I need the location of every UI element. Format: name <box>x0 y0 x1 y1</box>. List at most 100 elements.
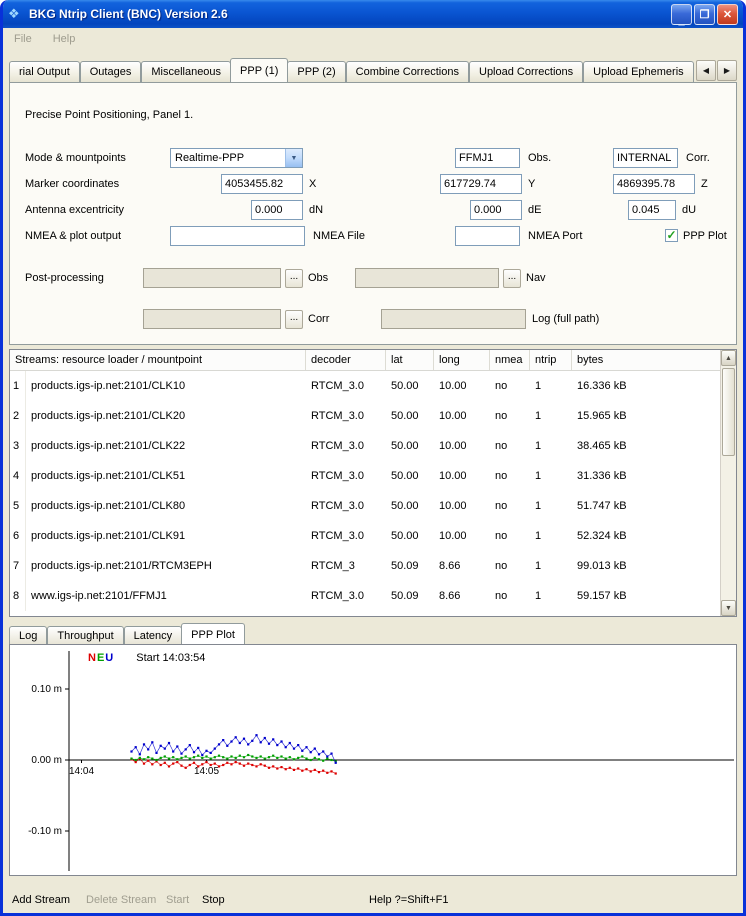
stream-row[interactable]: 3 products.igs-ip.net:2101/CLK22 RTCM_3.… <box>10 431 720 461</box>
antenna-de-field[interactable] <box>470 200 522 220</box>
tab-bar: rial Output Outages Miscellaneous PPP (1… <box>9 58 737 82</box>
post-obs-browse-button[interactable]: ... <box>285 269 303 288</box>
marker-y-field[interactable] <box>440 174 522 194</box>
stream-bytes: 15.965 kB <box>572 410 720 422</box>
corr-label: Corr. <box>686 152 710 164</box>
stream-row-number: 4 <box>10 461 26 491</box>
tab-outages[interactable]: Outages <box>80 61 142 82</box>
stream-row[interactable]: 2 products.igs-ip.net:2101/CLK20 RTCM_3.… <box>10 401 720 431</box>
antenna-du-field[interactable] <box>628 200 676 220</box>
stream-nmea: no <box>490 380 530 392</box>
stream-lat: 50.00 <box>386 410 434 422</box>
corr-mountpoint-field[interactable] <box>613 148 678 168</box>
stream-row-number: 5 <box>10 491 26 521</box>
menu-help[interactable]: Help <box>51 31 78 47</box>
post-log-label: Log (full path) <box>532 313 599 325</box>
streams-scrollbar[interactable]: ▲ ▼ <box>720 350 736 616</box>
scroll-down-icon[interactable]: ▼ <box>721 600 736 616</box>
scroll-up-icon[interactable]: ▲ <box>721 350 736 366</box>
stream-ntrip: 1 <box>530 470 572 482</box>
tab-upload-corrections[interactable]: Upload Corrections <box>469 61 583 82</box>
antenna-dn-field[interactable] <box>251 200 303 220</box>
tab-miscellaneous[interactable]: Miscellaneous <box>141 61 231 82</box>
stream-lat: 50.09 <box>386 590 434 602</box>
stream-bytes: 31.336 kB <box>572 470 720 482</box>
stream-row[interactable]: 4 products.igs-ip.net:2101/CLK51 RTCM_3.… <box>10 461 720 491</box>
stream-mountpoint: products.igs-ip.net:2101/CLK22 <box>26 440 306 452</box>
post-corr-label: Corr <box>308 313 329 325</box>
stream-nmea: no <box>490 440 530 452</box>
tab-scroll-left-icon[interactable]: ◀ <box>696 60 716 81</box>
tab-ppp-1[interactable]: PPP (1) <box>230 58 288 82</box>
ppp-plot-checkbox-label: PPP Plot <box>683 230 727 242</box>
titlebar: ❖ BKG Ntrip Client (BNC) Version 2.6 _ ❐… <box>3 0 743 28</box>
tab-ppp-2[interactable]: PPP (2) <box>287 61 345 82</box>
app-icon: ❖ <box>8 6 26 22</box>
minimize-button[interactable]: _ <box>671 4 692 25</box>
stop-button[interactable]: Stop <box>202 894 225 906</box>
stream-row[interactable]: 1 products.igs-ip.net:2101/CLK10 RTCM_3.… <box>10 371 720 401</box>
marker-x-field[interactable] <box>221 174 303 194</box>
stream-row[interactable]: 7 products.igs-ip.net:2101/RTCM3EPH RTCM… <box>10 551 720 581</box>
stream-bytes: 51.747 kB <box>572 500 720 512</box>
stream-bytes: 59.157 kB <box>572 590 720 602</box>
stream-row[interactable]: 8 www.igs-ip.net:2101/FFMJ1 RTCM_3.0 50.… <box>10 581 720 611</box>
stream-long: 10.00 <box>434 530 490 542</box>
post-nav-browse-button[interactable]: ... <box>503 269 521 288</box>
close-button[interactable]: ✕ <box>717 4 738 25</box>
stream-ntrip: 1 <box>530 440 572 452</box>
svg-text:-0.10 m: -0.10 m <box>28 826 62 837</box>
tab-upload-ephemeris[interactable]: Upload Ephemeris <box>583 61 694 82</box>
antenna-dn-label: dN <box>309 204 323 216</box>
legend-series: NEU <box>88 652 114 664</box>
app-window: ❖ BKG Ntrip Client (BNC) Version 2.6 _ ❐… <box>0 0 746 916</box>
tab-throughput[interactable]: Throughput <box>47 626 123 644</box>
stream-row-number: 7 <box>10 551 26 581</box>
stream-row[interactable]: 5 products.igs-ip.net:2101/CLK80 RTCM_3.… <box>10 491 720 521</box>
stream-decoder: RTCM_3.0 <box>306 380 386 392</box>
streams-header-label: Streams: resource loader / mountpoint <box>10 350 306 370</box>
maximize-button[interactable]: ❐ <box>694 4 715 25</box>
tab-latency[interactable]: Latency <box>124 626 183 644</box>
mode-combobox[interactable]: Realtime-PPP ▼ <box>170 148 303 168</box>
stream-long: 8.66 <box>434 590 490 602</box>
post-corr-browse-button[interactable]: ... <box>285 310 303 329</box>
nmea-port-field[interactable] <box>455 226 520 246</box>
stream-ntrip: 1 <box>530 380 572 392</box>
tab-serial-output[interactable]: rial Output <box>9 61 80 82</box>
stream-mountpoint: products.igs-ip.net:2101/CLK80 <box>26 500 306 512</box>
stream-ntrip: 1 <box>530 410 572 422</box>
stream-long: 10.00 <box>434 410 490 422</box>
nmea-file-label: NMEA File <box>313 230 365 242</box>
streams-body: 1 products.igs-ip.net:2101/CLK10 RTCM_3.… <box>10 371 720 616</box>
menu-file[interactable]: File <box>12 31 34 47</box>
stream-mountpoint: products.igs-ip.net:2101/CLK91 <box>26 530 306 542</box>
ppp-plot-checkbox[interactable] <box>665 229 678 242</box>
column-nmea: nmea <box>490 350 530 370</box>
nmea-file-field[interactable] <box>170 226 305 246</box>
antenna-label: Antenna excentricity <box>25 204 124 216</box>
stream-row-number: 6 <box>10 521 26 551</box>
add-stream-button[interactable]: Add Stream <box>12 894 70 906</box>
stream-nmea: no <box>490 590 530 602</box>
marker-z-field[interactable] <box>613 174 695 194</box>
scrollbar-thumb[interactable] <box>722 368 735 456</box>
streams-table: Streams: resource loader / mountpoint de… <box>9 349 737 617</box>
close-icon: ✕ <box>723 8 732 21</box>
stream-nmea: no <box>490 500 530 512</box>
stream-decoder: RTCM_3 <box>306 560 386 572</box>
menubar: File Help <box>3 28 743 49</box>
stream-row[interactable]: 6 products.igs-ip.net:2101/CLK91 RTCM_3.… <box>10 521 720 551</box>
tab-ppp-plot[interactable]: PPP Plot <box>181 623 245 644</box>
plot-legend: NEU Start 14:03:54 <box>88 652 205 664</box>
stream-lat: 50.00 <box>386 470 434 482</box>
stream-ntrip: 1 <box>530 530 572 542</box>
column-lat: lat <box>386 350 434 370</box>
obs-mountpoint-field[interactable] <box>455 148 520 168</box>
ppp1-panel: Precise Point Positioning, Panel 1. Mode… <box>9 82 737 345</box>
tab-scroll-right-icon[interactable]: ▶ <box>717 60 737 81</box>
post-log-field <box>381 309 526 329</box>
tab-log[interactable]: Log <box>9 626 47 644</box>
svg-text:14:04: 14:04 <box>69 766 94 777</box>
tab-combine-corrections[interactable]: Combine Corrections <box>346 61 469 82</box>
